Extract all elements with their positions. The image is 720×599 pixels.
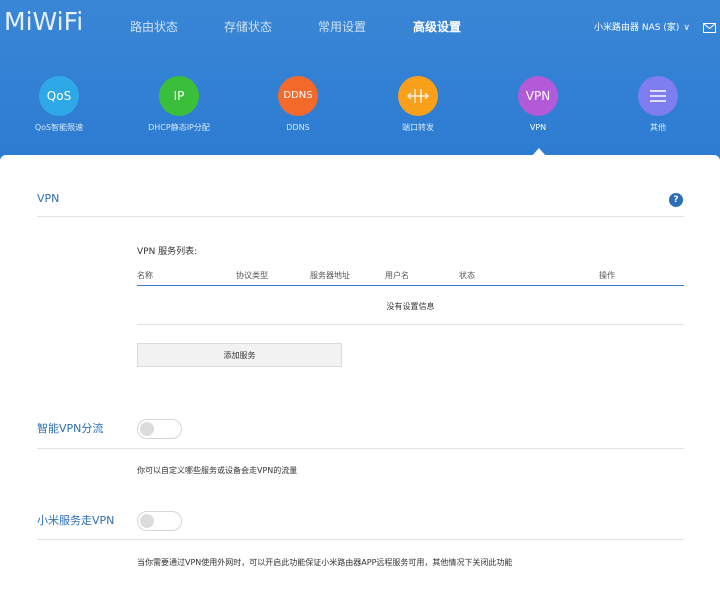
feature-vpn[interactable]: VPN VPN [478,76,598,133]
vpn-icon: VPN [518,76,558,116]
qos-icon: QoS [39,76,79,116]
header: MiWiFi 路由状态 存储状态 常用设置 高级设置 小米路由器 NAS (家)… [0,0,720,155]
vpn-icon-text: VPN [525,89,551,103]
feature-port-forward-label: 端口转发 [402,123,434,132]
feature-qos[interactable]: QoS QoS智能限速 [0,76,119,133]
table-divider [137,324,684,325]
feature-qos-label: QoS智能限速 [34,123,84,132]
menu-icon [638,76,678,116]
mi-vpn-toggle[interactable] [137,511,182,531]
ddns-icon-text: DDNS [283,90,313,101]
menu-glyph [650,90,666,102]
port-forward-icon [398,76,438,116]
device-selector[interactable]: 小米路由器 NAS (家) ∨ [594,22,690,34]
feature-ddns-label: DDNS [286,123,310,132]
nav-advanced-settings[interactable]: 高级设置 [413,19,461,35]
feature-ddns[interactable]: DDNS DDNS [238,76,358,133]
nav-router-status[interactable]: 路由状态 [130,19,178,35]
miwifi-logo: MiWiFi [4,7,84,36]
col-protocol: 协议类型 [236,271,268,280]
feature-port-forward[interactable]: 端口转发 [358,76,478,133]
col-status: 状态 [459,271,475,280]
table-header-divider [137,285,684,286]
col-username: 用户名 [385,271,409,280]
vpn-section-title: VPN [37,192,60,205]
qos-icon-text: QoS [46,89,72,103]
mail-icon[interactable] [703,23,716,33]
toggle-knob [140,514,154,528]
nav-storage-status[interactable]: 存储状态 [224,19,272,35]
vpn-list-title: VPN 服务列表: [137,247,198,257]
col-actions: 操作 [599,271,615,280]
divider [37,448,684,449]
port-forward-glyph [407,89,429,103]
device-name: 小米路由器 NAS (家) [594,23,680,33]
content-panel: VPN ? VPN 服务列表: 名称 协议类型 服务器地址 用户名 状态 操作 … [0,155,720,599]
nav-common-settings[interactable]: 常用设置 [318,19,366,35]
smart-vpn-desc: 你可以自定义哪些服务或设备会走VPN的流量 [137,466,298,475]
col-name: 名称 [137,271,153,280]
smart-vpn-toggle[interactable] [137,419,182,439]
divider [37,216,684,217]
feature-dhcp[interactable]: IP DHCP静态IP分配 [119,76,239,133]
ip-icon-text: IP [173,89,185,103]
feature-vpn-label: VPN [529,123,547,132]
divider [37,539,684,540]
mi-vpn-title: 小米服务走VPN [37,514,115,527]
add-service-button[interactable]: 添加服务 [137,343,342,367]
ddns-icon: DDNS [278,76,318,116]
help-icon[interactable]: ? [669,193,683,207]
col-server: 服务器地址 [310,271,350,280]
empty-message: 没有设置信息 [386,302,435,311]
toggle-knob [140,422,154,436]
mi-vpn-desc: 当你需要通过VPN使用外网时，可以开启此功能保证小米路由器APP远程服务可用，其… [137,558,513,567]
feature-other[interactable]: 其他 [598,76,718,133]
chevron-down-icon: ∨ [683,23,690,33]
feature-other-label: 其他 [650,123,666,132]
feature-dhcp-label: DHCP静态IP分配 [148,123,210,132]
ip-icon: IP [159,76,199,116]
smart-vpn-title: 智能VPN分流 [37,422,104,435]
